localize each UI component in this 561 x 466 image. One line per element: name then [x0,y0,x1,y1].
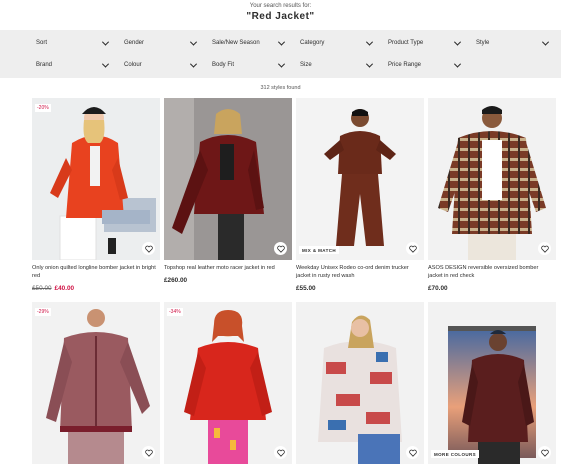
product-card[interactable]: Topshop real leather moto racer jacket i… [164,98,292,284]
product-image[interactable]: -29% [32,302,160,464]
product-title[interactable]: Only onion quilted longline bomber jacke… [32,264,160,280]
filter-body-fit[interactable]: Body Fit [208,58,288,72]
discount-badge: -29% [35,308,51,316]
product-price: £70.00 [428,285,448,292]
filter-colour[interactable]: Colour [120,58,200,72]
old-price: £50.00 [32,285,52,292]
product-image[interactable] [428,98,556,260]
heart-icon[interactable] [538,242,551,255]
filter-bar: Sort Gender Sale/New Season Category Pro… [0,30,561,78]
chevron-down-icon [453,60,462,68]
product-image[interactable]: MIX & MATCH [296,98,424,260]
results-count: 312 styles found [260,85,301,91]
heart-icon[interactable] [538,446,551,459]
chevron-down-icon [189,60,198,68]
product-card[interactable]: MORE COLOURS [428,302,556,464]
heart-icon[interactable] [274,446,287,459]
discount-badge: -20% [35,104,51,112]
filter-sort[interactable]: Sort [32,36,112,50]
product-card[interactable]: -20% Only onion quilted longline bomber … [32,98,160,292]
heart-icon[interactable] [274,242,287,255]
chevron-down-icon [365,38,374,46]
product-card[interactable]: -34% [164,302,292,464]
chevron-down-icon [365,60,374,68]
product-image[interactable]: MORE COLOURS [428,302,556,464]
product-price: £50.00 £40.00 [32,285,160,292]
chevron-down-icon [277,38,286,46]
product-card[interactable]: ASOS DESIGN reversible oversized bomber … [428,98,556,292]
heart-icon[interactable] [406,242,419,255]
search-header: Your search results for: "Red Jacket" [0,0,561,22]
filter-price-range[interactable]: Price Range [384,58,464,72]
more-colours-tag: MORE COLOURS [431,450,480,458]
sale-price: £40.00 [54,285,75,292]
chevron-down-icon [101,38,110,46]
heart-icon[interactable] [406,446,419,459]
product-card[interactable]: -29% [32,302,160,464]
product-price: £55.00 [296,285,316,292]
filter-category[interactable]: Category [296,36,376,50]
filter-sale-new-season[interactable]: Sale/New Season [208,36,288,50]
mix-match-tag: MIX & MATCH [299,246,340,254]
product-card[interactable]: MIX & MATCH Weekday Unisex Rodeo co-ord … [296,98,424,292]
discount-badge: -34% [167,308,183,316]
filter-brand[interactable]: Brand [32,58,112,72]
product-price: £260.00 [164,277,188,284]
heart-icon[interactable] [142,242,155,255]
product-card[interactable] [296,302,424,464]
product-title[interactable]: Topshop real leather moto racer jacket i… [164,264,292,272]
product-title[interactable]: ASOS DESIGN reversible oversized bomber … [428,264,556,280]
product-image[interactable]: -20% [32,98,160,260]
product-image[interactable] [296,302,424,464]
product-title[interactable]: Weekday Unisex Rodeo co-ord denim trucke… [296,264,424,280]
filter-style[interactable]: Style [472,36,552,50]
product-image[interactable]: -34% [164,302,292,464]
chevron-down-icon [453,38,462,46]
chevron-down-icon [101,60,110,68]
chevron-down-icon [541,38,550,46]
chevron-down-icon [189,38,198,46]
chevron-down-icon [277,60,286,68]
heart-icon[interactable] [142,446,155,459]
filter-product-type[interactable]: Product Type [384,36,464,50]
filter-gender[interactable]: Gender [120,36,200,50]
product-image[interactable] [164,98,292,260]
search-subtitle: Your search results for: [249,3,312,9]
filter-size[interactable]: Size [296,58,376,72]
search-term: "Red Jacket" [246,11,315,22]
